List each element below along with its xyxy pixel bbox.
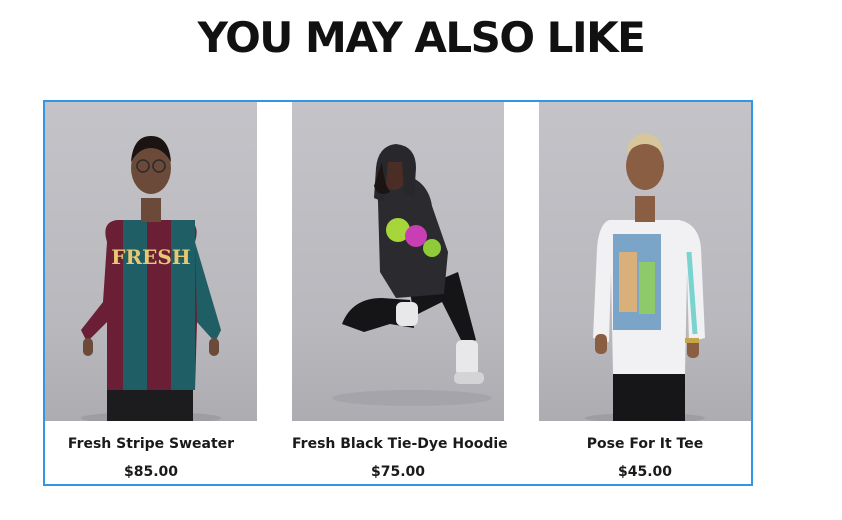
product-image[interactable]: FRESH (45, 102, 257, 421)
model-in-tie-dye-hoodie-photo (332, 144, 492, 406)
product-card[interactable]: FRESH Fresh Stripe Sweater $85.00 (45, 102, 257, 484)
model-in-graphic-long-sleeve-photo (585, 134, 705, 421)
product-price: $75.00 (370, 464, 426, 480)
product-name[interactable]: Fresh Stripe Sweater (45, 436, 257, 452)
section-title: YOU MAY ALSO LIKE (197, 13, 646, 62)
product-card[interactable]: Fresh Black Tie-Dye Hoodie $75.00 (292, 102, 508, 484)
product-price: $45.00 (617, 464, 673, 480)
product-name[interactable]: Fresh Black Tie-Dye Hoodie (292, 436, 508, 452)
product-carousel: FRESH Fresh Stripe Sweater $85.00 Fresh … (43, 100, 753, 486)
product-image[interactable] (292, 102, 504, 421)
product-card[interactable]: Pose For It Tee $45.00 (539, 102, 751, 484)
product-name[interactable]: Pose For It Tee (539, 436, 751, 452)
svg-text:FRESH: FRESH (111, 245, 190, 269)
model-in-striped-sweater-photo: FRESH (81, 136, 221, 421)
product-price: $85.00 (123, 464, 179, 480)
product-image[interactable] (539, 102, 751, 421)
